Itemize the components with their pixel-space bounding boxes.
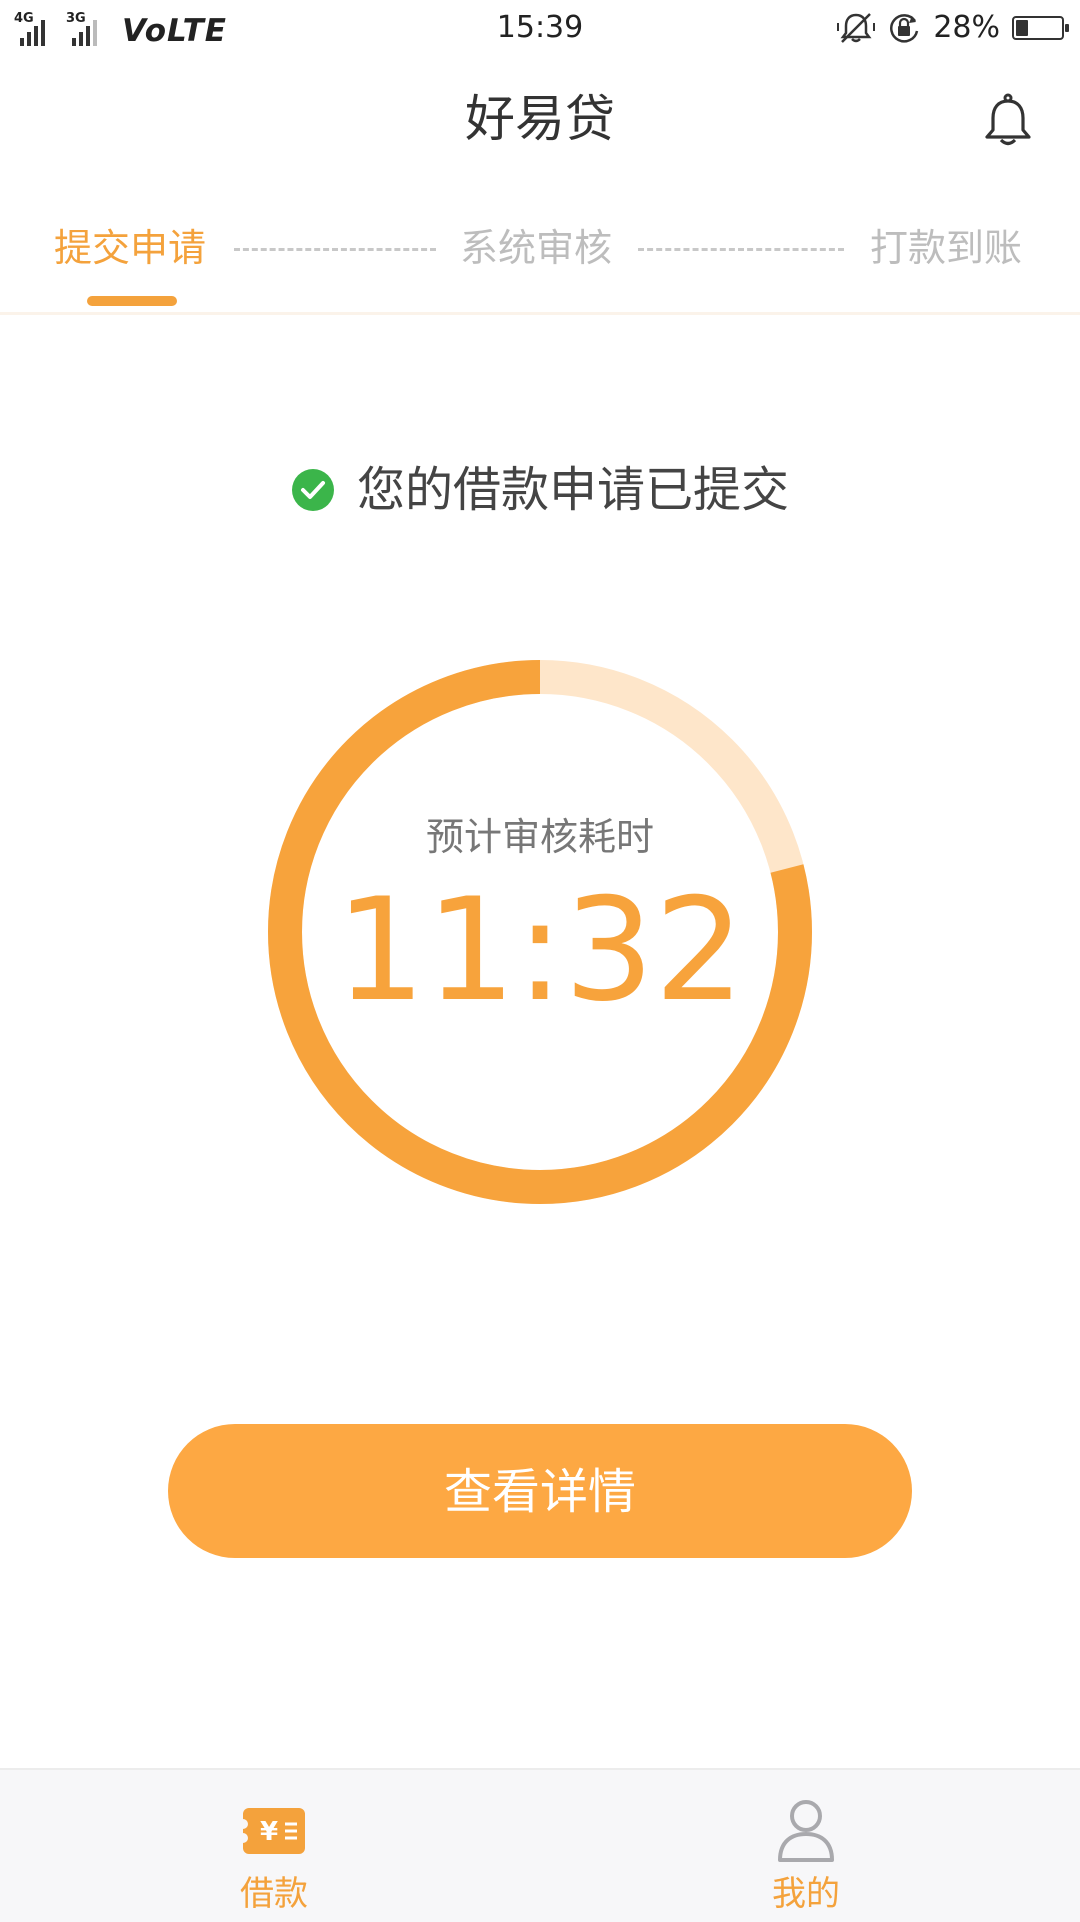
submitted-notice: 您的借款申请已提交 xyxy=(0,460,1080,520)
review-timer: 预计审核耗时 11:32 xyxy=(268,660,812,1204)
nav-item-me[interactable]: 我的 xyxy=(656,1770,956,1922)
timer-value: 11:32 xyxy=(335,868,745,1033)
rotation-lock-icon xyxy=(890,14,919,43)
nav-label-me: 我的 xyxy=(772,1874,840,1914)
application-steps: 提交申请 系统审核 打款到账 xyxy=(0,220,1080,315)
nav-label-loan: 借款 xyxy=(240,1874,308,1914)
battery-percent: 28% xyxy=(933,10,1000,45)
bottom-nav: ¥ 借款 我的 xyxy=(0,1768,1080,1922)
step-connector xyxy=(234,248,436,251)
page-title: 好易贷 xyxy=(465,90,615,148)
silent-icon xyxy=(837,13,876,43)
notice-text: 您的借款申请已提交 xyxy=(356,462,789,518)
view-details-button[interactable]: 查看详情 xyxy=(168,1424,912,1558)
step-payout: 打款到账 xyxy=(870,226,1023,270)
nav-item-loan[interactable]: ¥ 借款 xyxy=(124,1770,424,1922)
step-connector xyxy=(638,248,844,251)
svg-text:¥: ¥ xyxy=(260,1817,278,1847)
status-bar: 4G 3G VoLTE 15:39 28% xyxy=(0,0,1080,56)
bell-icon[interactable] xyxy=(980,92,1036,148)
loan-icon: ¥ xyxy=(239,1808,305,1854)
battery-fill xyxy=(1016,20,1029,36)
timer-label: 预计审核耗时 xyxy=(425,815,654,859)
step-review: 系统审核 xyxy=(460,226,613,270)
battery-icon xyxy=(1012,16,1069,40)
active-step-indicator xyxy=(87,296,177,306)
user-icon xyxy=(778,1800,834,1862)
status-bar-right: 28% xyxy=(837,10,1069,46)
check-circle-icon xyxy=(291,469,334,511)
step-submit: 提交申请 xyxy=(54,226,207,270)
